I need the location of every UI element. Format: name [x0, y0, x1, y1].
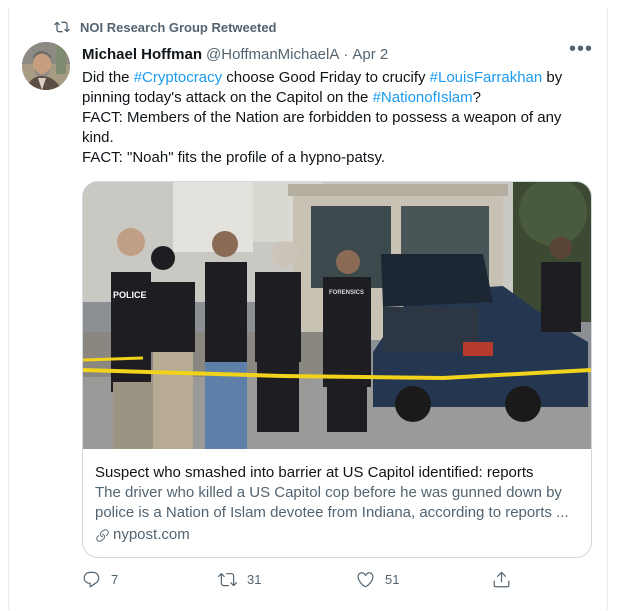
retweet-icon — [54, 21, 70, 33]
forensics-jacket-label: FORENSICS — [329, 290, 364, 296]
tweet-text: Did the #Cryptocracy choose Good Friday … — [82, 68, 582, 168]
card-description: The driver who killed a US Capitol cop b… — [95, 484, 569, 521]
retweet-banner[interactable]: NOI Research Group Retweeted — [54, 18, 277, 36]
retweet-icon — [218, 573, 237, 587]
like-count: 51 — [385, 572, 400, 587]
retweet-button[interactable]: 31 — [218, 570, 261, 589]
card-domain-label: nypost.com — [113, 526, 190, 543]
tweet-header: Michael Hoffman @HoffmanMichaelA · Apr 2 — [82, 44, 388, 64]
avatar-photo — [22, 42, 70, 90]
tweet-fact-1: FACT: Members of the Nation are forbidde… — [82, 109, 562, 146]
card-text: Suspect who smashed into barrier at US C… — [95, 463, 583, 545]
tweet-text-segment: Did the — [82, 69, 134, 86]
tweet-text-segment: choose Good Friday to crucify — [222, 69, 430, 86]
heart-icon — [357, 572, 374, 588]
tweet-actions: 7 31 51 — [82, 570, 522, 592]
share-button[interactable] — [492, 570, 511, 589]
card-domain: nypost.com — [95, 525, 583, 545]
hashtag-nationofislam[interactable]: #NationofIslam — [373, 89, 473, 106]
reply-count: 7 — [111, 572, 119, 587]
link-preview-card[interactable]: POLICE FORENSICS Suspect who smashed int… — [82, 181, 592, 558]
tweet-text-segment: ? — [472, 89, 481, 106]
retweet-banner-label: NOI Research Group Retweeted — [80, 19, 277, 35]
link-icon — [96, 528, 109, 542]
tweet-fact-2: FACT: "Noah" fits the profile of a hypno… — [82, 149, 386, 166]
more-icon: ••• — [568, 38, 593, 60]
header-separator: · — [343, 45, 349, 63]
card-title: Suspect who smashed into barrier at US C… — [95, 464, 534, 481]
more-button[interactable]: ••• — [566, 39, 596, 64]
hashtag-louisfarrakhan[interactable]: #LouisFarrakhan — [430, 69, 543, 86]
article-image: POLICE FORENSICS — [83, 182, 591, 449]
reply-icon — [83, 571, 100, 588]
tweet-date[interactable]: Apr 2 — [352, 46, 388, 63]
share-icon — [493, 571, 510, 588]
avatar[interactable] — [22, 42, 70, 90]
tweet-line-1: Did the #Cryptocracy choose Good Friday … — [82, 68, 582, 108]
reply-button[interactable]: 7 — [82, 570, 118, 589]
hashtag-cryptocracy[interactable]: #Cryptocracy — [134, 69, 222, 86]
retweet-count: 31 — [247, 572, 262, 587]
author-name[interactable]: Michael Hoffman — [82, 46, 202, 63]
police-jacket-label: POLICE — [113, 290, 147, 300]
like-button[interactable]: 51 — [356, 570, 399, 589]
author-handle[interactable]: @HoffmanMichaelA — [206, 46, 339, 63]
